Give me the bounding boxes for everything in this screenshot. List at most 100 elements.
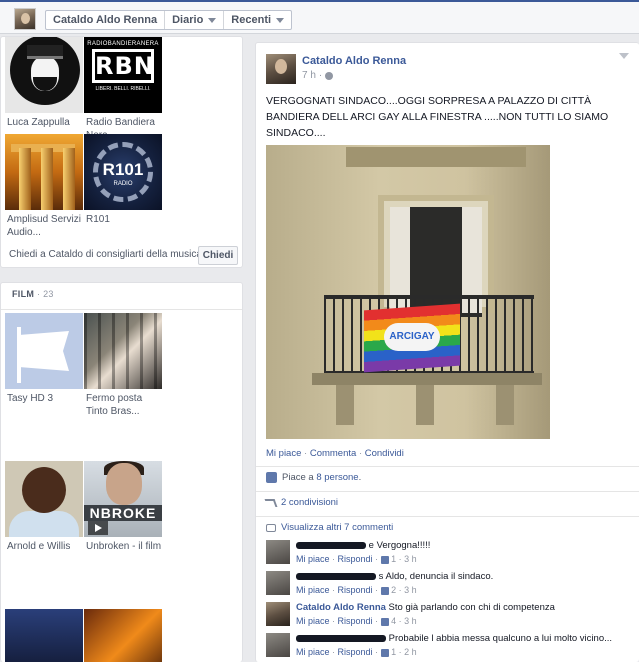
film-tile-6[interactable] <box>84 609 162 662</box>
comment-text: Probabile l abbia messa qualcuno a lui m… <box>388 633 613 644</box>
comment-reply-link[interactable]: Rispondi <box>338 647 373 657</box>
film-section-heading[interactable]: FILM · 23 <box>12 289 54 299</box>
film-poster-image[interactable] <box>84 609 162 662</box>
film-tile-tasy[interactable]: Tasy HD 3 <box>5 313 83 405</box>
commenter-avatar[interactable] <box>266 633 290 657</box>
comment-text: e Vergogna!!!!! <box>368 540 431 551</box>
music-tile-label[interactable]: Amplisud Servizi Audio... <box>5 213 83 239</box>
recenti-dropdown[interactable]: Recenti <box>224 11 291 29</box>
logo-text: R101 <box>102 160 144 179</box>
comment-like-link[interactable]: Mi piace <box>296 647 330 657</box>
film-tile-unbroken[interactable]: NBROKE Unbroken - il film <box>84 461 162 553</box>
comment-text: s Aldo, denuncia il sindaco. <box>378 571 494 582</box>
comment-reply-link[interactable]: Rispondi <box>338 616 373 626</box>
commenter-avatar[interactable] <box>266 602 290 626</box>
diario-label: Diario <box>172 14 204 26</box>
film-tile-5[interactable] <box>5 609 83 662</box>
comment-reply-link[interactable]: Rispondi <box>338 554 373 564</box>
music-tile-label[interactable]: Luca Zappulla <box>5 116 83 129</box>
music-tile-r101[interactable]: R101 RADIO R101 <box>84 134 162 226</box>
post-options-chevron-icon[interactable] <box>619 53 629 59</box>
luca-zappulla-image[interactable] <box>5 37 83 113</box>
tasy-flag-image[interactable] <box>5 313 83 389</box>
commenter-avatar[interactable] <box>266 540 290 564</box>
film-tile-label[interactable]: Tasy HD 3 <box>5 392 83 405</box>
fermo-posta-image[interactable] <box>84 313 162 389</box>
logo-text: RBN <box>92 49 154 83</box>
music-tile-amplisud[interactable]: Amplisud Servizi Audio... <box>5 134 83 239</box>
shares-link[interactable]: 2 condivisioni <box>264 497 338 508</box>
commenter-name-link[interactable]: Cataldo Aldo Renna <box>296 602 386 613</box>
comment-body: s Aldo, denuncia il sindaco. <box>296 571 493 582</box>
logo-text: LIBERI. BELLI. RIBELLI. <box>95 86 151 92</box>
post-time-label[interactable]: 7 h <box>302 70 316 81</box>
divider <box>256 516 639 517</box>
shares-label[interactable]: 2 condivisioni <box>281 497 338 508</box>
logo-text: RADIO <box>113 181 133 187</box>
comment-like-link[interactable]: Mi piace <box>296 554 330 564</box>
share-link[interactable]: Condividi <box>365 448 404 459</box>
comment-like-link[interactable]: Mi piace <box>296 616 330 626</box>
redacted-name <box>296 572 376 580</box>
film-heading-label[interactable]: FILM <box>12 289 34 299</box>
diario-dropdown[interactable]: Diario <box>165 11 225 29</box>
music-tile-label[interactable]: R101 <box>84 213 162 226</box>
amplisud-image[interactable] <box>5 134 83 210</box>
post-timestamp[interactable]: 7 h · <box>302 70 334 81</box>
play-icon[interactable] <box>88 521 108 535</box>
film-count: 23 <box>43 289 54 299</box>
commenter-avatar[interactable] <box>266 571 290 595</box>
profile-name-button[interactable]: Cataldo Aldo Renna <box>46 11 166 29</box>
comment-like-count[interactable]: 4 <box>391 616 396 626</box>
view-more-comments-link[interactable]: Visualizza altri 7 commenti <box>266 522 393 533</box>
arnold-willis-image[interactable] <box>5 461 83 537</box>
comment-link[interactable]: Commenta <box>310 448 356 459</box>
comment-like-link[interactable]: Mi piace <box>296 585 330 595</box>
comment-body: Cataldo Aldo Renna Sto già parlando con … <box>296 602 555 613</box>
likes-people-link[interactable]: 8 persone <box>316 472 358 483</box>
post-photo[interactable]: ARCIGAY <box>266 145 550 439</box>
profile-name-label: Cataldo Aldo Renna <box>53 14 158 26</box>
thumbs-up-icon <box>380 555 389 564</box>
film-tile-label[interactable]: Unbroken - il film <box>84 540 162 553</box>
profile-avatar[interactable] <box>14 8 36 30</box>
comment-like-count[interactable]: 2 <box>391 585 396 595</box>
comment-time[interactable]: 3 h <box>404 554 417 564</box>
unbroken-image[interactable]: NBROKE <box>84 461 162 537</box>
chevron-down-icon <box>208 17 217 23</box>
like-link[interactable]: Mi piace <box>266 448 301 459</box>
music-tile-luca-zappulla[interactable]: Luca Zappulla <box>5 37 83 129</box>
comment-meta: Mi piace · Rispondi · 1 · 2 h <box>296 647 417 657</box>
film-tile-arnold-willis[interactable]: Arnold e Willis <box>5 461 83 553</box>
more-comments-label[interactable]: Visualizza altri 7 commenti <box>281 522 393 533</box>
film-tile-label[interactable]: Fermo posta Tinto Bras... <box>84 392 162 418</box>
redacted-name <box>296 541 366 549</box>
audience-icon[interactable] <box>325 71 334 80</box>
film-poster-image[interactable] <box>5 609 83 662</box>
ask-button[interactable]: Chiedi <box>198 246 238 265</box>
ask-music-text: Chiedi a Cataldo di consigliarti della m… <box>9 249 202 260</box>
comment-item: Probabile l abbia messa qualcuno a lui m… <box>266 633 630 661</box>
comment-reply-link[interactable]: Rispondi <box>338 585 373 595</box>
music-section: Luca Zappulla RADIOBANDIERANERA RBN LIBE… <box>0 36 243 268</box>
author-avatar[interactable] <box>266 54 296 84</box>
film-tile-label[interactable]: Arnold e Willis <box>5 540 83 553</box>
post-author-link[interactable]: Cataldo Aldo Renna <box>302 55 406 67</box>
comment-time[interactable]: 2 h <box>404 647 417 657</box>
music-tile-radio-bandiera-nera[interactable]: RADIOBANDIERANERA RBN LIBERI. BELLI. RIB… <box>84 37 162 142</box>
logo-text: RADIOBANDIERANERA <box>87 41 159 47</box>
comment-time[interactable]: 3 h <box>404 616 417 626</box>
comment-body: e Vergogna!!!!! <box>296 540 430 551</box>
comment-like-count[interactable]: 1 <box>391 554 396 564</box>
rbn-logo-image[interactable]: RADIOBANDIERANERA RBN LIBERI. BELLI. RIB… <box>84 37 162 113</box>
share-icon <box>264 498 278 507</box>
film-tile-fermo-posta[interactable]: Fermo posta Tinto Bras... <box>84 313 162 418</box>
thumbs-up-icon <box>266 472 277 483</box>
r101-logo-image[interactable]: R101 RADIO <box>84 134 162 210</box>
comment-meta: Mi piace · Rispondi · 4 · 3 h <box>296 616 417 626</box>
timeline-top-bar: Cataldo Aldo Renna Diario Recenti <box>0 0 639 34</box>
thumbs-up-icon <box>380 586 389 595</box>
comment-text: Sto già parlando con chi di competenza <box>388 602 555 613</box>
comment-like-count[interactable]: 1 <box>391 647 396 657</box>
comment-time[interactable]: 3 h <box>404 585 417 595</box>
